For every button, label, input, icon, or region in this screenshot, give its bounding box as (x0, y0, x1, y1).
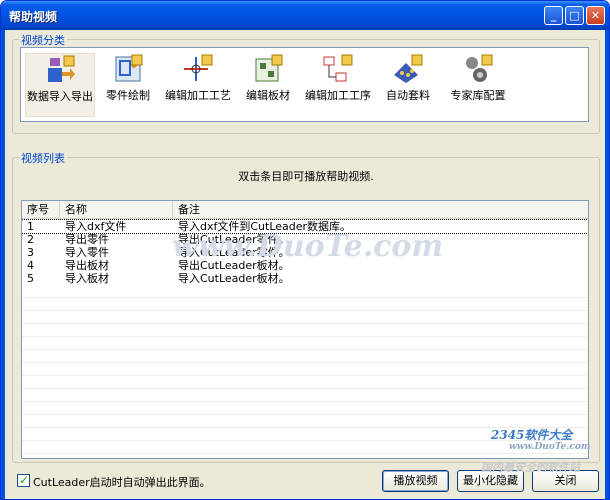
category-label: 编辑板材 (246, 89, 290, 102)
list-header: 序号 名称 备注 (22, 201, 588, 219)
category-label: 自动套料 (386, 89, 430, 102)
auto-popup-label[interactable]: CutLeader启动时自动弹出此界面。 (33, 474, 211, 490)
cell-name: 导入dxf文件 (65, 220, 127, 233)
watermark-url: www.DuoTe.com (509, 442, 591, 452)
help-video-window: 帮助视频 _ □ ✕ 视频分类 数据导入导出 零件绘制 编辑加工工艺 编辑板材 … (0, 0, 610, 500)
grid-line (22, 375, 588, 376)
part-drawing-icon (115, 54, 143, 82)
category-label: 数据导入导出 (27, 90, 93, 103)
category-label: 编辑加工工艺 (165, 89, 231, 102)
window-frame-right (605, 30, 609, 499)
cell-name: 导入板材 (65, 272, 109, 285)
watermark-slogan: 国内最安全的软件站 (481, 461, 580, 474)
grid-line (22, 401, 588, 402)
grid-line (22, 336, 588, 337)
grid-line (22, 310, 588, 311)
column-header-name[interactable]: 名称 (60, 201, 173, 218)
import-export-icon (48, 55, 75, 82)
video-list-legend: 视频列表 (19, 150, 67, 166)
category-edit-sequence[interactable]: 编辑加工工序 (303, 53, 373, 103)
title-bar[interactable]: 帮助视频 _ □ ✕ (1, 1, 609, 30)
edit-process-icon (184, 54, 213, 81)
minimize-window-button[interactable]: _ (544, 6, 563, 25)
watermark-brand: 2345软件大全 (491, 428, 573, 442)
category-expert-library[interactable]: 专家库配置 (443, 53, 513, 103)
play-hint-text: 双击条目即可播放帮助视频. (238, 170, 374, 183)
category-label: 零件绘制 (106, 89, 150, 102)
cell-no: 1 (27, 220, 34, 233)
category-label: 编辑加工工序 (305, 89, 371, 102)
watermark-center: www.DuoTe.com (172, 229, 444, 264)
video-list[interactable]: 序号 名称 备注 1 导入dxf文件 导入dxf文件到CutLeader数据库。… (21, 200, 589, 459)
edit-sequence-icon (323, 54, 353, 82)
maximize-window-button[interactable]: □ (565, 6, 584, 25)
grid-line (22, 323, 588, 324)
cell-no: 2 (27, 233, 34, 246)
window-frame-left (1, 30, 5, 499)
play-video-button[interactable]: 播放视频 (382, 470, 449, 492)
window-title: 帮助视频 (9, 10, 58, 24)
category-edit-sheet[interactable]: 编辑板材 (233, 53, 303, 103)
category-legend: 视频分类 (19, 32, 67, 48)
category-edit-process[interactable]: 编辑加工工艺 (163, 53, 233, 103)
cell-no: 3 (27, 246, 34, 259)
grid-line (22, 349, 588, 350)
category-panel: 数据导入导出 零件绘制 编辑加工工艺 编辑板材 编辑加工工序 自动套料 专家库配… (20, 47, 589, 122)
grid-line (22, 453, 588, 454)
auto-popup-checkbox[interactable]: ✓ (17, 473, 30, 487)
checkmark-icon: ✓ (19, 473, 30, 487)
category-import-export[interactable]: 数据导入导出 (25, 53, 95, 117)
column-header-no[interactable]: 序号 (22, 201, 60, 218)
auto-nesting-icon (394, 54, 423, 83)
expert-library-icon (466, 54, 493, 82)
column-header-note[interactable]: 备注 (173, 201, 588, 218)
edit-sheet-icon (255, 54, 283, 82)
category-label: 专家库配置 (450, 89, 506, 102)
grid-line (22, 414, 588, 415)
cell-name: 导出板材 (65, 259, 109, 272)
grid-line (22, 362, 588, 363)
grid-line (22, 297, 588, 298)
category-auto-nesting[interactable]: 自动套料 (373, 53, 443, 103)
category-part-drawing[interactable]: 零件绘制 (93, 53, 163, 103)
cell-name: 导入零件 (65, 246, 109, 259)
cell-no: 4 (27, 259, 34, 272)
close-window-button[interactable]: ✕ (586, 6, 605, 25)
cell-no: 5 (27, 272, 34, 285)
table-row[interactable]: 5 导入板材 导入CutLeader板材。 (22, 272, 588, 285)
cell-name: 导出零件 (65, 233, 109, 246)
grid-line (22, 388, 588, 389)
cell-note: 导入CutLeader板材。 (178, 272, 290, 285)
